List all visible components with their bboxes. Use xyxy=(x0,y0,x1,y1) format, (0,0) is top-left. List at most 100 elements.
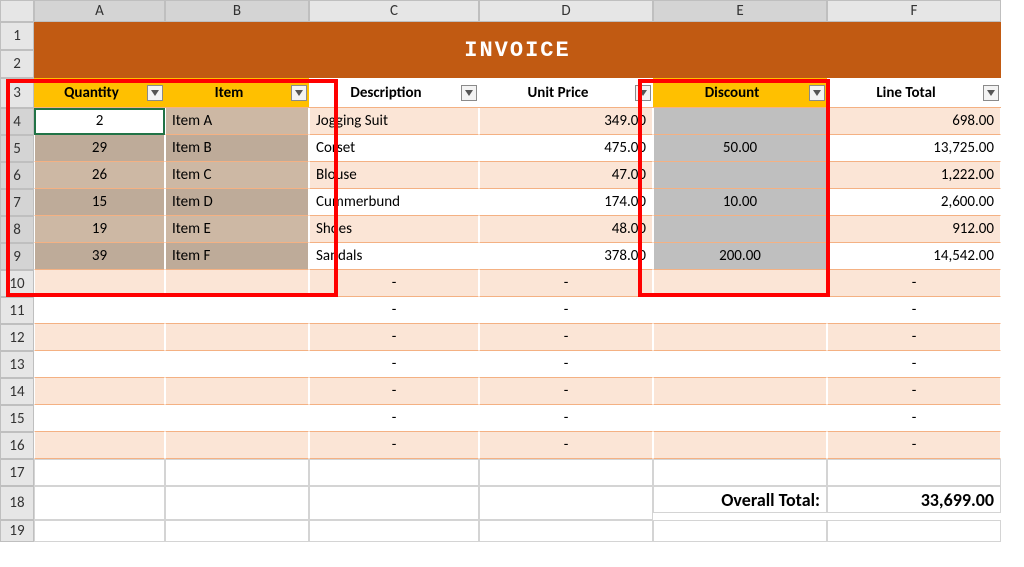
cell-empty[interactable]: - xyxy=(827,351,1001,378)
cell-empty[interactable]: - xyxy=(309,297,479,324)
cell-line-total[interactable]: 1,222.00 xyxy=(827,162,1001,189)
col-header-D[interactable]: D xyxy=(479,0,653,22)
cell-discount[interactable] xyxy=(653,108,827,135)
cell-D17[interactable] xyxy=(479,459,653,486)
cell-quantity[interactable]: 2 xyxy=(34,108,165,135)
header-description[interactable]: Description xyxy=(309,78,479,108)
cell-quantity[interactable]: 19 xyxy=(34,216,165,243)
cell-F19[interactable] xyxy=(827,520,1001,542)
row-header-16[interactable]: 16 xyxy=(0,432,34,459)
cell-empty[interactable] xyxy=(653,270,827,297)
cell-line-total[interactable]: 698.00 xyxy=(827,108,1001,135)
cell-D19[interactable] xyxy=(479,520,653,542)
row-header-14[interactable]: 14 xyxy=(0,378,34,405)
cell-empty[interactable]: - xyxy=(479,270,653,297)
cell-empty[interactable] xyxy=(165,297,309,324)
cell-empty[interactable] xyxy=(653,351,827,378)
col-header-F[interactable]: F xyxy=(827,0,1001,22)
cell-item[interactable]: Item B xyxy=(165,135,309,162)
chevron-down-icon[interactable] xyxy=(809,85,825,101)
row-header-11[interactable]: 11 xyxy=(0,297,34,324)
cell-unit-price[interactable]: 48.00 xyxy=(479,216,653,243)
cell-empty[interactable] xyxy=(653,432,827,459)
row-header-15[interactable]: 15 xyxy=(0,405,34,432)
cell-empty[interactable] xyxy=(165,270,309,297)
spreadsheet[interactable]: A B C D E F 1 2 INVOICE 3 Quantity Item … xyxy=(0,0,1024,542)
row-header-7[interactable]: 7 xyxy=(0,189,34,216)
cell-description[interactable]: Cummerbund xyxy=(309,189,479,216)
cell-line-total[interactable]: 912.00 xyxy=(827,216,1001,243)
cell-empty[interactable] xyxy=(34,351,165,378)
cell-item[interactable]: Item D xyxy=(165,189,309,216)
cell-E19[interactable] xyxy=(653,520,827,542)
row-header-18[interactable]: 18 xyxy=(0,486,34,520)
cell-discount[interactable] xyxy=(653,162,827,189)
row-header-1[interactable]: 1 xyxy=(0,22,34,50)
cell-quantity[interactable]: 39 xyxy=(34,243,165,270)
cell-empty[interactable] xyxy=(165,432,309,459)
cell-C19[interactable] xyxy=(309,520,479,542)
cell-unit-price[interactable]: 475.00 xyxy=(479,135,653,162)
cell-B18[interactable] xyxy=(165,486,309,520)
row-header-8[interactable]: 8 xyxy=(0,216,34,243)
cell-empty[interactable]: - xyxy=(827,324,1001,351)
cell-D18[interactable] xyxy=(479,486,653,520)
row-header-17[interactable]: 17 xyxy=(0,459,34,486)
cell-empty[interactable] xyxy=(165,351,309,378)
cell-empty[interactable]: - xyxy=(479,297,653,324)
cell-A19[interactable] xyxy=(34,520,165,542)
cell-A18[interactable] xyxy=(34,486,165,520)
header-item[interactable]: Item xyxy=(165,78,309,108)
cell-B17[interactable] xyxy=(165,459,309,486)
chevron-down-icon[interactable] xyxy=(461,85,477,101)
row-header-6[interactable]: 6 xyxy=(0,162,34,189)
cell-line-total[interactable]: 14,542.00 xyxy=(827,243,1001,270)
cell-empty[interactable]: - xyxy=(827,405,1001,432)
cell-item[interactable]: Item E xyxy=(165,216,309,243)
cell-description[interactable]: Corset xyxy=(309,135,479,162)
chevron-down-icon[interactable] xyxy=(291,85,307,101)
cell-quantity[interactable]: 29 xyxy=(34,135,165,162)
cell-description[interactable]: Shoes xyxy=(309,216,479,243)
cell-unit-price[interactable]: 47.00 xyxy=(479,162,653,189)
cell-empty[interactable]: - xyxy=(827,378,1001,405)
cell-item[interactable]: Item C xyxy=(165,162,309,189)
row-header-4[interactable]: 4 xyxy=(0,108,34,135)
cell-empty[interactable]: - xyxy=(309,405,479,432)
cell-quantity[interactable]: 26 xyxy=(34,162,165,189)
chevron-down-icon[interactable] xyxy=(635,85,651,101)
overall-total-value[interactable]: 33,699.00 xyxy=(827,486,1001,513)
cell-F17[interactable] xyxy=(827,459,1001,486)
cell-empty[interactable]: - xyxy=(309,432,479,459)
row-header-12[interactable]: 12 xyxy=(0,324,34,351)
cell-empty[interactable] xyxy=(34,405,165,432)
row-header-19[interactable]: 19 xyxy=(0,520,34,542)
cell-empty[interactable]: - xyxy=(479,324,653,351)
cell-empty[interactable] xyxy=(34,378,165,405)
cell-empty[interactable] xyxy=(34,432,165,459)
cell-E17[interactable] xyxy=(653,459,827,486)
header-discount[interactable]: Discount xyxy=(653,78,827,108)
cell-empty[interactable] xyxy=(653,378,827,405)
cell-empty[interactable]: - xyxy=(479,378,653,405)
cell-empty[interactable] xyxy=(165,324,309,351)
col-header-A[interactable]: A xyxy=(34,0,165,22)
cell-empty[interactable] xyxy=(165,378,309,405)
cell-quantity[interactable]: 15 xyxy=(34,189,165,216)
cell-empty[interactable] xyxy=(653,324,827,351)
cell-discount[interactable]: 50.00 xyxy=(653,135,827,162)
row-header-9[interactable]: 9 xyxy=(0,243,34,270)
cell-unit-price[interactable]: 174.00 xyxy=(479,189,653,216)
cell-empty[interactable]: - xyxy=(479,351,653,378)
chevron-down-icon[interactable] xyxy=(983,85,999,101)
col-header-C[interactable]: C xyxy=(309,0,479,22)
cell-empty[interactable] xyxy=(34,297,165,324)
row-header-5[interactable]: 5 xyxy=(0,135,34,162)
cell-empty[interactable]: - xyxy=(827,432,1001,459)
cell-empty[interactable] xyxy=(165,405,309,432)
cell-discount[interactable] xyxy=(653,216,827,243)
chevron-down-icon[interactable] xyxy=(147,85,163,101)
overall-total-label[interactable]: Overall Total: xyxy=(653,486,827,513)
row-header-13[interactable]: 13 xyxy=(0,351,34,378)
cell-unit-price[interactable]: 349.00 xyxy=(479,108,653,135)
